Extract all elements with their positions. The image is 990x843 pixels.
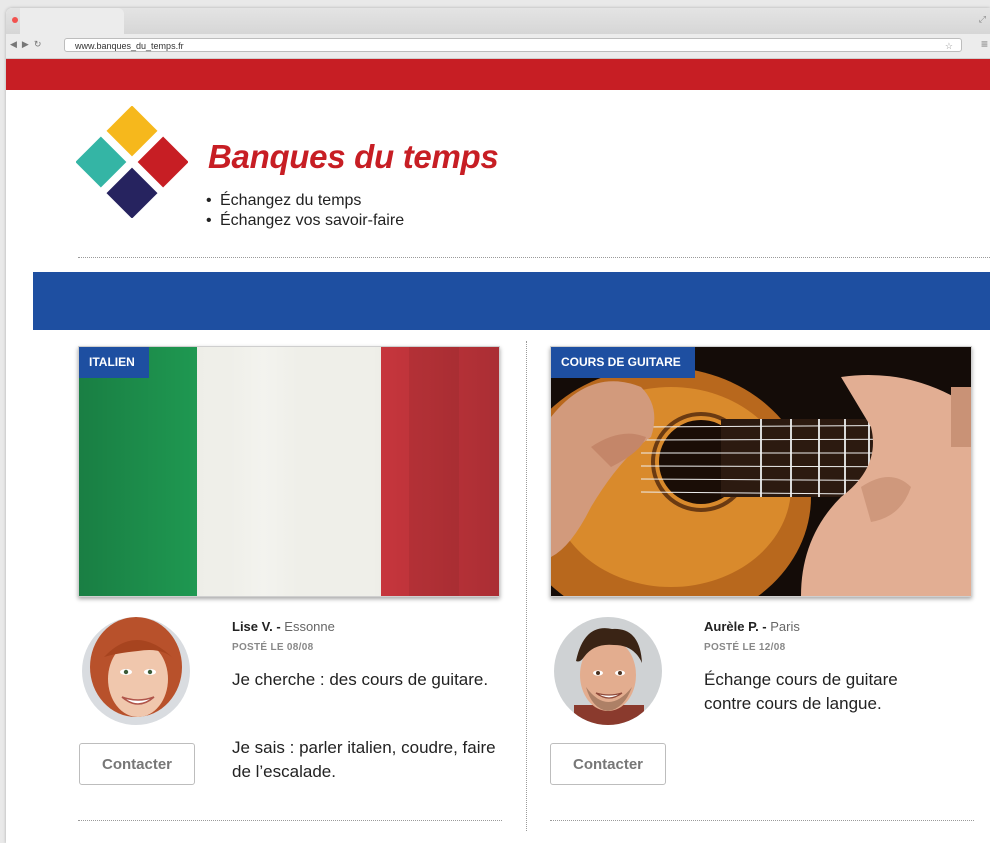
tagline-item: Échangez vos savoir-faire bbox=[206, 211, 404, 231]
card-divider bbox=[78, 820, 502, 821]
hands-logo bbox=[76, 106, 188, 218]
fullscreen-icon[interactable]: ⤢ bbox=[979, 14, 986, 25]
posted-date: POSTÉ LE 12/08 bbox=[704, 642, 786, 653]
offer-text: Échange cours de guitare contre cours de… bbox=[704, 670, 898, 713]
browser-window: ⤢ ◀ ▶ ↻ www.banques_du_temps.fr ☆ ≡ Banq… bbox=[6, 8, 990, 843]
user-name: Aurèle P. - Paris bbox=[704, 619, 800, 634]
category-tag[interactable]: ITALIEN bbox=[79, 347, 149, 378]
back-icon[interactable]: ◀ bbox=[10, 39, 17, 50]
address-bar[interactable]: www.banques_du_temps.fr ☆ bbox=[64, 38, 962, 52]
blue-banner bbox=[33, 272, 990, 330]
card-guitare-image[interactable]: COURS DE GUITARE bbox=[550, 346, 972, 597]
italian-flag-image bbox=[79, 347, 499, 596]
skills-text: Je sais : parler italien, coudre, faire … bbox=[232, 738, 496, 781]
card-italien-image[interactable]: ITALIEN bbox=[78, 346, 500, 597]
guitar-photo bbox=[551, 347, 971, 596]
tagline-list: Échangez du temps Échangez vos savoir-fa… bbox=[206, 191, 404, 231]
user-avatar[interactable] bbox=[82, 617, 190, 725]
contact-button[interactable]: Contacter bbox=[550, 743, 666, 785]
site-title: Banques du temps bbox=[208, 138, 499, 175]
posted-date: POSTÉ LE 08/08 bbox=[232, 642, 314, 653]
user-location: Essonne bbox=[284, 619, 335, 634]
user-name-text: Aurèle P. - bbox=[704, 619, 767, 634]
user-location: Paris bbox=[770, 619, 800, 634]
user-name: Lise V. - Essonne bbox=[232, 619, 335, 634]
header-divider bbox=[78, 257, 990, 258]
contact-button[interactable]: Contacter bbox=[79, 743, 195, 785]
url-text: www.banques_du_temps.fr bbox=[75, 41, 184, 51]
top-banner bbox=[6, 59, 990, 90]
bookmark-star-icon[interactable]: ☆ bbox=[945, 39, 953, 53]
menu-icon[interactable]: ≡ bbox=[981, 38, 988, 50]
avatar-photo bbox=[82, 617, 190, 725]
tagline-item: Échangez du temps bbox=[206, 191, 404, 211]
browser-tab[interactable] bbox=[20, 8, 124, 34]
avatar-photo bbox=[554, 617, 662, 725]
browser-toolbar: ◀ ▶ ↻ www.banques_du_temps.fr ☆ ≡ bbox=[6, 34, 990, 59]
card-divider bbox=[550, 820, 974, 821]
category-tag[interactable]: COURS DE GUITARE bbox=[551, 347, 695, 378]
close-window-button[interactable] bbox=[12, 17, 18, 23]
title-bar: ⤢ bbox=[6, 8, 990, 34]
forward-icon[interactable]: ▶ bbox=[22, 39, 29, 50]
reload-icon[interactable]: ↻ bbox=[34, 39, 42, 50]
request-text: Je cherche : des cours de guitare. bbox=[232, 670, 489, 689]
user-name-text: Lise V. - bbox=[232, 619, 281, 634]
column-divider bbox=[526, 341, 527, 831]
user-avatar[interactable] bbox=[554, 617, 662, 725]
